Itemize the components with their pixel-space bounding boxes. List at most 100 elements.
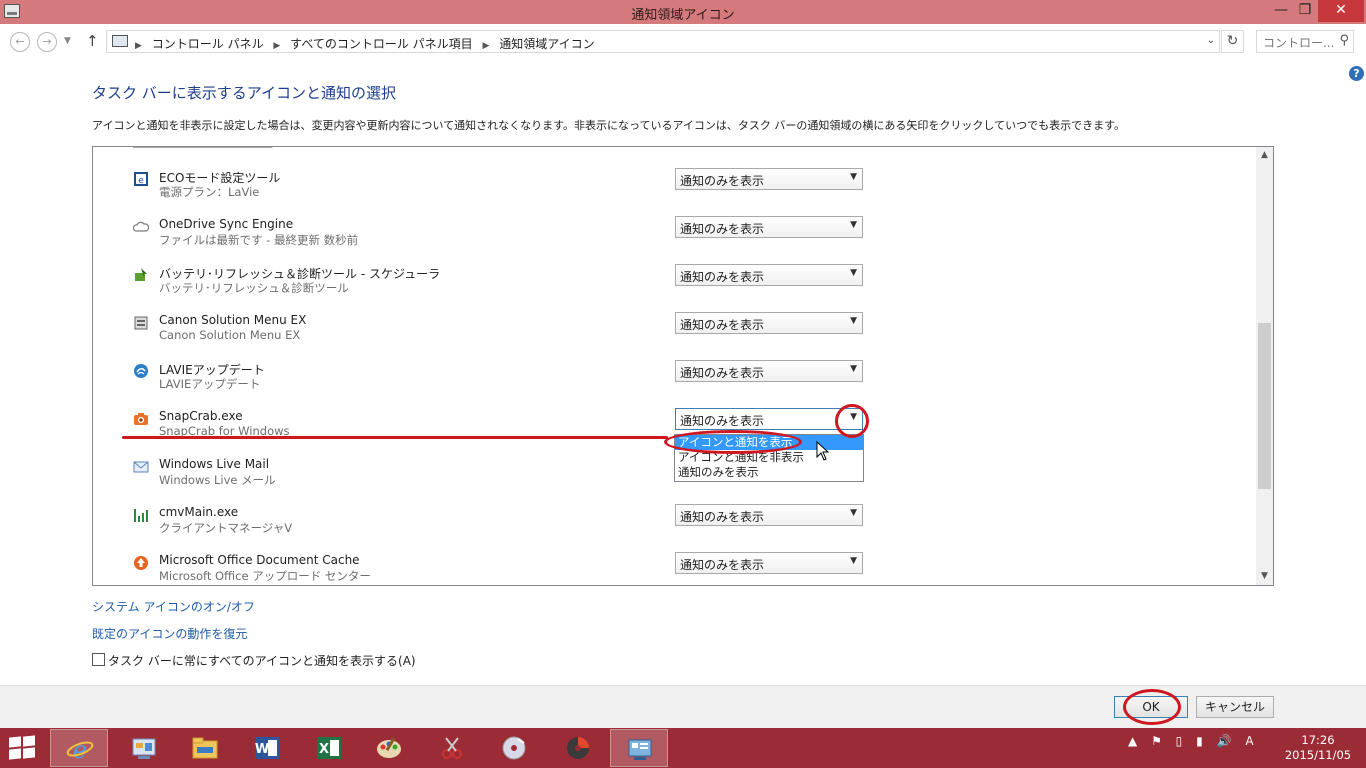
breadcrumb-separator-icon[interactable]: ▶ — [273, 41, 280, 51]
show-hidden-icons-chevron-icon[interactable]: ▲ — [1128, 734, 1137, 748]
media-player-icon — [502, 736, 526, 760]
taskbar-excel[interactable]: X — [300, 729, 358, 767]
list-item: LAVIEアップデート LAVIEアップデート 通知のみを表示 ▼ — [93, 360, 1257, 411]
list-item: OneDrive Sync Engine ファイルは最新です - 最終更新 数秒… — [93, 216, 1257, 267]
network-signal-icon[interactable]: ▮ — [1196, 734, 1203, 748]
windows-logo-icon — [9, 748, 21, 760]
behavior-select[interactable]: 通知のみを表示 ▼ — [675, 552, 863, 574]
taskbar-clock[interactable]: 17:26 2015/11/05 — [1282, 733, 1354, 763]
taskbar-notification-area-settings[interactable] — [610, 729, 668, 767]
restore-default-link[interactable]: 既定のアイコンの動作を復元 — [92, 625, 247, 642]
chevron-down-icon: ▼ — [850, 172, 857, 182]
taskbar-word[interactable]: W — [238, 729, 296, 767]
page-description: アイコンと通知を非表示に設定した場合は、変更内容や更新内容について通知されなくな… — [92, 119, 1125, 132]
refresh-button[interactable]: ↻ — [1221, 30, 1244, 53]
back-button[interactable]: ← — [10, 32, 30, 52]
list-item: e ECOモード設定ツール 電源プラン：LaVie 通知のみを表示 ▼ — [93, 168, 1257, 219]
behavior-select[interactable]: 通知のみを表示 ▼ — [675, 504, 863, 526]
address-bar[interactable]: ▶ コントロール パネル ▶ すべてのコントロール パネル項目 ▶ 通知領域アイ… — [106, 30, 1220, 53]
taskbar-media-player[interactable] — [485, 729, 543, 767]
disc-app-icon — [567, 737, 589, 759]
behavior-select[interactable]: 通知のみを表示 ▼ — [675, 360, 863, 382]
chevron-down-icon: ▼ — [850, 508, 857, 518]
forward-button[interactable]: → — [37, 32, 57, 52]
chevron-down-icon: ▼ — [850, 220, 857, 230]
scroll-down-icon[interactable]: ▼ — [1256, 568, 1273, 585]
taskbar-control-panel[interactable] — [115, 729, 173, 767]
file-explorer-icon — [192, 737, 218, 759]
item-status: 電源プラン：LaVie — [159, 185, 260, 199]
behavior-select[interactable]: 通知のみを表示 ▼ — [675, 264, 863, 286]
maximize-button[interactable]: ❐ — [1292, 0, 1318, 22]
item-status: LAVIEアップデート — [159, 377, 261, 391]
item-status: Canon Solution Menu EX — [159, 328, 301, 342]
behavior-select[interactable]: 通知のみを表示 ▼ — [675, 216, 863, 238]
windows-logo-icon — [23, 747, 35, 759]
power-plug-icon[interactable]: ▯ — [1176, 734, 1183, 748]
notification-area-settings-icon — [628, 739, 652, 760]
chevron-down-icon: ▼ — [850, 556, 857, 566]
start-button[interactable] — [8, 735, 36, 760]
search-placeholder: コントロー... — [1263, 36, 1335, 50]
mouse-pointer-icon — [816, 441, 830, 461]
svg-text:e: e — [138, 176, 144, 186]
cancel-button[interactable]: キャンセル — [1196, 696, 1274, 718]
taskbar-internet-explorer[interactable]: e — [50, 729, 108, 767]
scrollbar-thumb[interactable] — [1258, 323, 1271, 489]
item-status: Windows Live メール — [159, 473, 276, 487]
window-title: 通知領域アイコン — [631, 8, 735, 23]
list-item: バッテリ･リフレッシュ＆診断ツール - スケジューラ バッテリ･リフレッシュ＆診… — [93, 264, 1257, 315]
item-name: Windows Live Mail — [159, 457, 270, 471]
computer-icon — [112, 35, 128, 47]
behavior-select[interactable]: 通知のみを表示 ▼ — [675, 312, 863, 334]
search-input[interactable]: コントロー... ⚲ — [1256, 30, 1354, 53]
ime-mode-indicator[interactable]: A — [1245, 734, 1253, 748]
breadcrumb-notification-area[interactable]: 通知領域アイコン — [499, 37, 594, 51]
annotation-circle-ok — [1123, 689, 1181, 725]
always-show-all-checkbox[interactable] — [92, 653, 105, 666]
taskbar: e W X ▲ ⚑ ▯ ▮ 🔊 A 17:26 2015/11/05 — [0, 728, 1366, 768]
windows-logo-icon — [23, 735, 35, 747]
scroll-up-icon[interactable]: ▲ — [1256, 147, 1273, 164]
behavior-select[interactable]: 通知のみを表示 ▼ — [675, 168, 863, 190]
breadcrumb-all-items[interactable]: すべてのコントロール パネル項目 — [290, 37, 473, 51]
snipping-tool-icon — [442, 737, 462, 759]
option-only-show-notifications[interactable]: 通知のみを表示 — [675, 465, 863, 480]
help-icon[interactable]: ? — [1349, 66, 1364, 81]
action-center-flag-icon[interactable]: ⚑ — [1151, 734, 1162, 748]
always-show-all-label[interactable]: タスク バーに常にすべてのアイコンと通知を表示する(A) — [108, 652, 416, 669]
word-icon: W — [255, 737, 279, 759]
taskbar-disc-app[interactable] — [549, 729, 607, 767]
list-item: Microsoft Office Document Cache Microsof… — [93, 552, 1257, 585]
chevron-down-icon: ▼ — [850, 316, 857, 326]
excel-icon: X — [317, 737, 341, 759]
item-status: ファイルは最新です - 最終更新 数秒前 — [159, 233, 359, 247]
previous-item-partial: ━━━━━━━━━━━━━━━━━━━━━ — [133, 146, 273, 154]
taskbar-file-explorer[interactable] — [176, 729, 234, 767]
item-name: SnapCrab.exe — [159, 409, 243, 423]
clock-time: 17:26 — [1301, 733, 1335, 747]
recent-locations-chevron-icon[interactable]: ▼ — [64, 36, 71, 46]
chevron-down-icon: ▼ — [850, 268, 857, 278]
volume-icon[interactable]: 🔊 — [1217, 734, 1232, 748]
minimize-button[interactable]: — — [1268, 0, 1294, 22]
title-bar: 通知領域アイコン — ❐ ✕ — [0, 0, 1366, 24]
taskbar-snipping-tool[interactable] — [423, 729, 481, 767]
search-icon[interactable]: ⚲ — [1339, 33, 1349, 48]
breadcrumb-separator-icon[interactable]: ▶ — [482, 41, 489, 51]
internet-explorer-icon: e — [66, 736, 94, 762]
eco-mode-icon: e — [134, 172, 148, 186]
canon-menu-icon — [134, 316, 148, 330]
list-scrollbar[interactable]: ▲ ▼ — [1256, 147, 1273, 585]
breadcrumb-control-panel[interactable]: コントロール パネル — [152, 37, 264, 51]
up-button[interactable]: ↑ — [86, 32, 99, 50]
breadcrumb-separator-icon[interactable]: ▶ — [135, 41, 142, 51]
address-dropdown-chevron-icon[interactable]: ⌄ — [1207, 35, 1215, 46]
close-button[interactable]: ✕ — [1318, 0, 1364, 22]
clock-date: 2015/11/05 — [1284, 748, 1352, 762]
lavie-update-icon — [134, 364, 148, 378]
notification-icons-list[interactable]: ━━━━━━━━━━━━━━━━━━━━━ e ECOモード設定ツール 電源プラ… — [92, 146, 1274, 586]
taskbar-paint[interactable] — [360, 729, 418, 767]
annotation-underline — [122, 436, 668, 439]
system-icons-link[interactable]: システム アイコンのオン/オフ — [92, 598, 255, 615]
